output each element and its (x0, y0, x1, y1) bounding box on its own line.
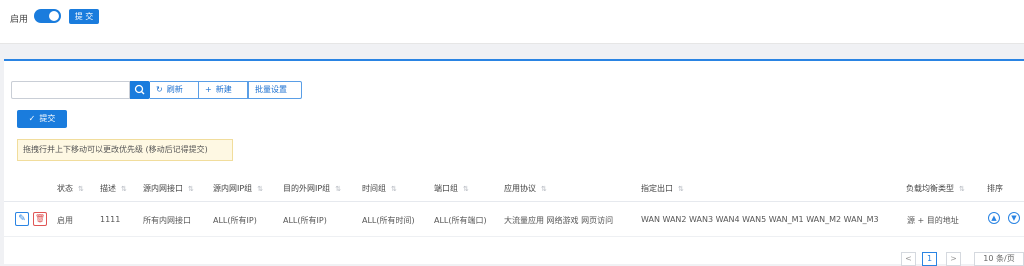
refresh-button[interactable]: ↻ 刷新 (150, 81, 199, 99)
sort-icon: ⇅ (391, 185, 397, 193)
sort-icon: ⇅ (463, 185, 469, 193)
cell-egress: WAN WAN2 WAN3 WAN4 WAN5 WAN_M1 WAN_M2 WA… (641, 215, 879, 224)
cell-desc: 1111 (100, 215, 121, 224)
col-app[interactable]: 应用协议 ⇅ (504, 183, 547, 194)
submit-button[interactable]: ✓ 提交 (17, 110, 67, 128)
search-input[interactable] (11, 81, 130, 99)
refresh-icon: ↻ (156, 85, 163, 94)
enable-toggle[interactable] (34, 9, 61, 23)
edit-icon[interactable]: ✎ (15, 212, 29, 226)
sort-icon: ⇅ (257, 185, 264, 193)
sort-icon: ⇅ (335, 185, 342, 193)
col-dst-ip[interactable]: 目的外网IP组 ⇅ (283, 183, 341, 194)
sort-icon: ⇅ (959, 185, 965, 193)
col-lb-type[interactable]: 负载均衡类型 ⇅ (906, 183, 965, 194)
refresh-label: 刷新 (166, 85, 183, 94)
top-panel: 启用 提 交 (0, 0, 1024, 44)
top-submit-button[interactable]: 提 交 (69, 9, 99, 24)
sort-icon: ⇅ (188, 185, 194, 193)
enable-label: 启用 (10, 15, 29, 25)
col-port[interactable]: 端口组 ⇅ (434, 183, 469, 194)
cell-time: ALL(所有时间) (362, 216, 415, 225)
sort-icon: ⇅ (121, 185, 127, 193)
cell-dst-ip: ALL(所有IP) (283, 216, 327, 225)
new-label: 新建 (215, 85, 232, 94)
chevron-up-icon[interactable]: ▲ (988, 212, 1000, 224)
cell-app: 大流量应用 网络游戏 网页访问 (504, 216, 614, 225)
col-order: 排序 (987, 184, 1003, 193)
priority-notice: 拖拽行并上下移动可以更改优先级 (移动后记得提交) (17, 139, 233, 161)
sort-icon: ⇅ (541, 185, 547, 193)
sort-icon: ⇅ (78, 185, 84, 193)
cell-port: ALL(所有端口) (434, 216, 487, 225)
rules-panel: ↻ 刷新 + 新建 批量设置 ✓ 提交 拖拽行并上下移动可以更改优先级 (移动后记得提… (4, 59, 1024, 266)
col-desc[interactable]: 描述 ⇅ (100, 183, 127, 194)
batch-settings-button[interactable]: 批量设置 (248, 81, 302, 99)
plus-icon: + (205, 85, 212, 94)
chevron-down-icon[interactable]: ▼ (1008, 212, 1020, 224)
sort-icon: ⇅ (678, 185, 684, 193)
search-button[interactable] (130, 81, 150, 99)
col-status[interactable]: 状态 ⇅ (57, 183, 84, 194)
search-icon (134, 84, 145, 95)
new-button[interactable]: + 新建 (199, 81, 248, 99)
cell-src-ip: ALL(所有IP) (213, 216, 257, 225)
cell-status: 启用 (57, 216, 73, 225)
col-time[interactable]: 时间组 ⇅ (362, 183, 397, 194)
table-header: 状态 ⇅ 描述 ⇅ 源内网接口 ⇅ 源内网IP组 ⇅ 目的外网IP组 ⇅ 时间组 ⇅ 端口组… (4, 173, 1024, 202)
trash-icon[interactable]: 🗑 (33, 212, 47, 226)
col-egress[interactable]: 指定出口 ⇅ (641, 183, 684, 194)
col-src-if[interactable]: 源内网接口 ⇅ (143, 183, 194, 194)
table-row[interactable]: ✎ 🗑 启用 1111 所有内网接口 ALL(所有IP) ALL(所有IP) A… (4, 203, 1024, 237)
check-icon: ✓ (28, 114, 36, 123)
cell-lb-type: 源 + 目的地址 (907, 216, 959, 225)
toggle-knob (49, 11, 59, 21)
col-src-ip[interactable]: 源内网IP组 ⇅ (213, 183, 263, 194)
cell-src-if: 所有内网接口 (143, 216, 191, 225)
submit-label: 提交 (39, 114, 56, 123)
